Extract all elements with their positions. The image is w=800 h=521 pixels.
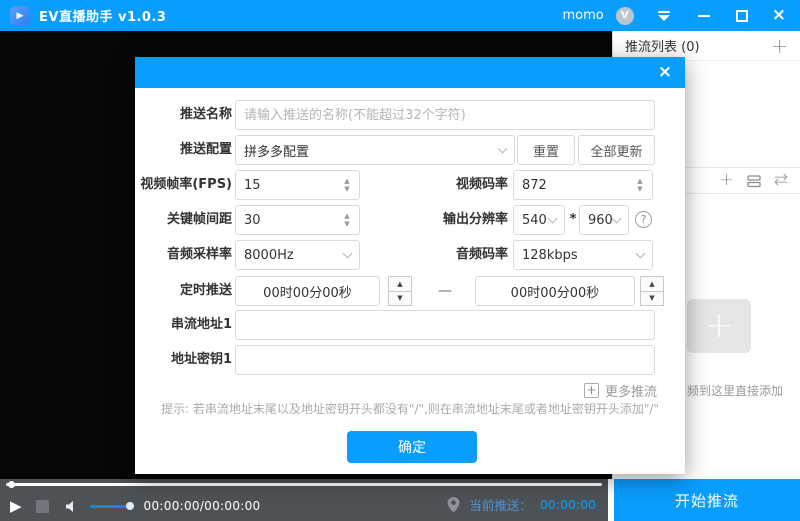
timed-push-end-input[interactable]	[475, 276, 635, 306]
chevron-down-icon	[636, 248, 646, 258]
seek-knob[interactable]	[8, 481, 15, 488]
reset-button[interactable]: 重置	[517, 135, 575, 165]
chevron-down-icon	[498, 143, 508, 153]
app-title: EV直播助手 v1.0.3	[39, 6, 166, 25]
app-window: ▶ EV直播助手 v1.0.3 momo V × 推流列表 (0) + + ⇄	[0, 0, 800, 521]
fps-label: 视频帧率(FPS)	[135, 170, 232, 200]
push-settings-dialog: × 推送名称 推送配置 拼多多配置 重置 全部更新 视频帧率(FPS) ▲ ▼ …	[135, 57, 685, 474]
update-all-button[interactable]: 全部更新	[578, 135, 655, 165]
resolution-width-select[interactable]: 540	[513, 205, 565, 235]
timed-push-start-stepper[interactable]: ▲ ▼	[388, 276, 412, 306]
title-bar: ▶ EV直播助手 v1.0.3 momo V ×	[0, 0, 800, 31]
resolution-height-value: 960	[588, 213, 613, 228]
app-logo-icon: ▶	[10, 6, 30, 26]
plus-icon: +	[584, 383, 599, 398]
more-push-label: 更多推流	[605, 381, 657, 400]
arrow-down-icon[interactable]: ▼	[637, 185, 642, 193]
resolution-width-value: 540	[522, 213, 547, 228]
arrow-up-icon[interactable]: ▲	[344, 212, 349, 220]
dropdown-menu-bar	[658, 11, 670, 13]
play-button[interactable]: ▶	[10, 499, 22, 514]
current-push-status: 当前推送： 00:00:00	[447, 495, 596, 514]
arrow-up-icon[interactable]: ▲	[388, 276, 412, 292]
resolution-label: 输出分辨率	[415, 205, 508, 235]
push-config-value: 拼多多配置	[244, 141, 309, 160]
current-push-label: 当前推送：	[469, 495, 532, 514]
push-name-label: 推送名称	[135, 100, 232, 130]
avatar[interactable]: V	[616, 7, 634, 25]
audio-sample-rate-select[interactable]: 8000Hz	[235, 240, 360, 270]
minimize-icon	[698, 15, 710, 17]
audio-bitrate-label: 音频码率	[415, 240, 508, 270]
stream-key-label: 地址密钥1	[135, 345, 232, 375]
resolution-separator: *	[567, 205, 579, 235]
arrow-up-icon[interactable]: ▲	[640, 276, 664, 292]
player-controls: ▶ 00:00:00/00:00:00	[10, 496, 260, 516]
volume-slider[interactable]	[90, 505, 130, 508]
current-push-time: 00:00:00	[540, 497, 596, 512]
audio-bitrate-value: 128kbps	[522, 248, 578, 263]
dialog-close-icon[interactable]: ×	[658, 61, 672, 83]
arrow-up-icon[interactable]: ▲	[637, 177, 642, 185]
audio-sample-rate-value: 8000Hz	[244, 248, 294, 263]
timed-push-label: 定时推送	[135, 276, 232, 306]
arrow-up-icon[interactable]: ▲	[344, 177, 349, 185]
stream-url-input[interactable]	[235, 310, 655, 340]
more-push-link[interactable]: + 更多推流	[584, 381, 657, 400]
keyframe-stepper[interactable]: ▲ ▼	[339, 206, 355, 234]
audio-sample-rate-label: 音频采样率	[135, 240, 232, 270]
location-pin-icon	[447, 497, 460, 513]
avatar-letter: V	[621, 10, 629, 21]
push-list-title: 推流列表 (0)	[625, 36, 700, 55]
push-config-select[interactable]: 拼多多配置	[235, 135, 515, 165]
arrow-down-icon[interactable]: ▼	[344, 220, 349, 228]
titlebar-right: momo V ×	[563, 7, 800, 25]
dialog-header: ×	[135, 57, 685, 88]
stream-url-label: 串流地址1	[135, 310, 232, 340]
chevron-down-icon	[612, 213, 622, 223]
chevron-down-icon	[343, 248, 353, 258]
fps-stepper[interactable]: ▲ ▼	[339, 171, 355, 199]
arrow-down-icon[interactable]: ▼	[388, 291, 412, 307]
add-push-icon[interactable]: +	[771, 36, 788, 56]
help-icon[interactable]: ?	[635, 211, 652, 228]
video-bitrate-label: 视频码率	[415, 170, 508, 200]
playback-time: 00:00:00/00:00:00	[144, 499, 261, 513]
resolution-height-select[interactable]: 960	[579, 205, 629, 235]
chevron-down-icon	[548, 213, 558, 223]
play-glyph: ▶	[17, 11, 24, 21]
playlist-icon[interactable]	[747, 174, 761, 188]
timed-push-end-stepper[interactable]: ▲ ▼	[640, 276, 664, 306]
volume-knob[interactable]	[126, 502, 134, 510]
audio-bitrate-select[interactable]: 128kbps	[513, 240, 653, 270]
dropdown-menu-triangle	[658, 15, 670, 21]
maximize-button[interactable]	[736, 10, 748, 22]
minimize-button[interactable]	[698, 9, 710, 23]
add-video-dropzone[interactable]: +	[687, 299, 751, 353]
time-range-separator: —	[428, 276, 462, 306]
push-name-input[interactable]	[235, 100, 655, 130]
push-config-label: 推送配置	[135, 135, 232, 165]
stream-key-input[interactable]	[235, 345, 655, 375]
dialog-hint-text: 提示: 若串流地址末尾以及地址密钥开头都没有"/",则在串流地址末尾或者地址密钥…	[135, 400, 685, 417]
username: momo	[563, 8, 604, 23]
start-streaming-button[interactable]: 开始推流	[614, 479, 800, 521]
arrow-down-icon[interactable]: ▼	[344, 185, 349, 193]
window-close-button[interactable]: ×	[772, 7, 786, 24]
confirm-button[interactable]: 确定	[347, 431, 477, 463]
add-video-plus-icon: +	[704, 308, 734, 344]
dropzone-hint-text: 频到这里直接添加	[687, 382, 783, 399]
dropdown-menu-icon[interactable]	[658, 11, 670, 21]
arrow-down-icon[interactable]: ▼	[640, 291, 664, 307]
keyframe-interval-label: 关键帧间距	[135, 205, 232, 235]
stop-button[interactable]	[36, 500, 49, 513]
timed-push-start-input[interactable]	[235, 276, 380, 306]
seek-bar[interactable]	[6, 483, 602, 486]
add-media-icon[interactable]: +	[720, 172, 734, 189]
loop-mode-icon[interactable]: ⇄	[774, 172, 788, 189]
volume-icon[interactable]	[65, 500, 80, 513]
video-bitrate-stepper[interactable]: ▲ ▼	[632, 171, 648, 199]
player-bar: ▶ 00:00:00/00:00:00 当前推送： 00:00:00	[0, 479, 608, 521]
